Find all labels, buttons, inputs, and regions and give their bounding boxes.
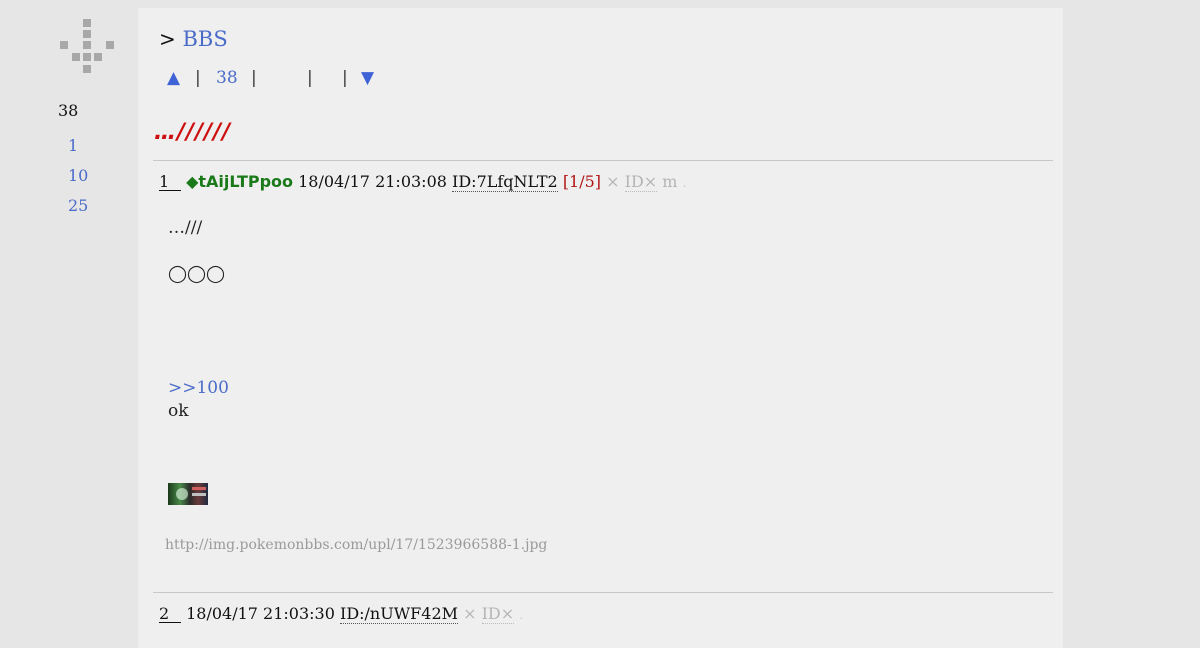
reply-anchor-link[interactable]: >>100 [168, 378, 229, 398]
image-url[interactable]: http://img.pokemonbbs.com/upl/17/1523966… [165, 537, 547, 553]
scroll-up-icon[interactable]: ▲ [167, 68, 180, 88]
post-datetime: 18/04/17 21:03:30 [186, 604, 335, 623]
post-user-id[interactable]: ID:/nUWF42M [340, 604, 459, 624]
breadcrumb-separator: > [159, 27, 176, 51]
nav-separator: | [251, 68, 257, 88]
post-datetime: 18/04/17 21:03:08 [298, 172, 447, 191]
nav-separator: | [342, 68, 348, 88]
sidebar-link-1[interactable]: 1 [68, 136, 78, 155]
post-user-id[interactable]: ID:7LfqNLT2 [452, 172, 558, 192]
post-header-dot: . [519, 608, 524, 622]
thread-panel: > BBS ▲ | 38 | | | ▼ …////// 1 ◆tAijLTPp… [138, 8, 1063, 648]
post-header: 2 18/04/17 21:03:30 ID:/nUWF42M × ID× . [159, 604, 524, 624]
nav-separator: | [307, 68, 313, 88]
breadcrumb: > BBS [159, 27, 228, 51]
post-count[interactable]: [1/5] [563, 172, 601, 191]
ng-button[interactable]: × [606, 172, 619, 191]
sidebar-link-10[interactable]: 10 [68, 166, 88, 185]
mail-button[interactable]: m [662, 172, 677, 191]
post-divider [153, 592, 1053, 593]
post-header: 1 ◆tAijLTPpoo 18/04/17 21:03:08 ID:7LfqN… [159, 172, 687, 192]
post-header-dot: . [682, 176, 687, 190]
breadcrumb-bbs-link[interactable]: BBS [182, 27, 227, 51]
post-body-line: ok [168, 401, 189, 421]
sidebar-count: 38 [58, 101, 79, 120]
scroll-down-icon[interactable]: ▼ [361, 68, 374, 88]
site-logo-icon[interactable] [58, 18, 116, 74]
nav-count-link[interactable]: 38 [216, 68, 238, 88]
post-trip: ◆tAijLTPpoo [186, 172, 294, 191]
ng-button[interactable]: × [463, 604, 476, 623]
id-ng-button[interactable]: ID× [624, 172, 658, 192]
post-divider [153, 160, 1053, 161]
post-body-line: …/// [168, 218, 203, 238]
sidebar-link-25[interactable]: 25 [68, 196, 88, 215]
id-ng-button[interactable]: ID× [481, 604, 515, 624]
nav-separator: | [195, 68, 201, 88]
sidebar: 38 1 10 25 [0, 0, 138, 630]
post-number[interactable]: 2 [159, 606, 181, 623]
post-body-line: ◯◯◯ [168, 264, 226, 284]
post-number[interactable]: 1 [159, 174, 181, 191]
thread-title: …////// [154, 120, 232, 145]
image-thumbnail[interactable] [168, 483, 208, 505]
